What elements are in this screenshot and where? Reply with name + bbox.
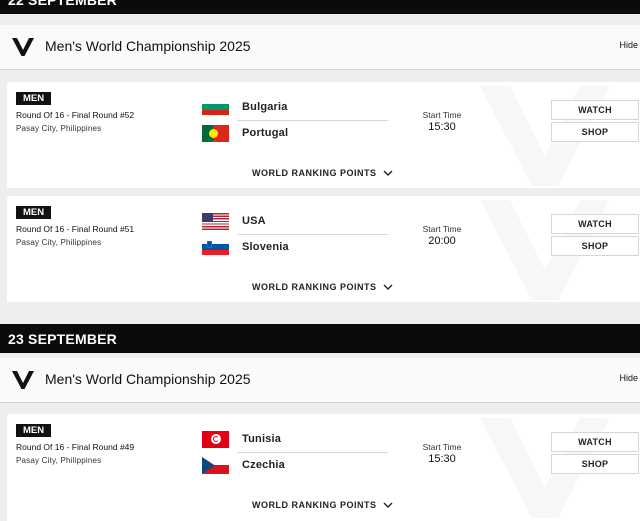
vnl-logo-icon: [12, 38, 34, 56]
round-label: Round Of 16 - Final Round #52: [16, 110, 135, 120]
day-date-label: 23 SEPTEMBER: [8, 330, 117, 347]
match-card: MEN Round Of 16 - Final Round #49 Pasay …: [7, 414, 640, 521]
day-date-label: 22 SEPTEMBER: [8, 0, 117, 8]
team-name: Slovenia: [242, 241, 289, 253]
team-row-b[interactable]: Portugal: [202, 122, 388, 144]
start-time-label: Start Time: [422, 110, 462, 120]
chevron-down-icon: [383, 502, 392, 508]
team-divider: [237, 120, 388, 121]
team-row-a[interactable]: Bulgaria: [202, 96, 388, 118]
category-badge: MEN: [16, 206, 52, 219]
competition-bar: Men's World Championship 2025 Hide: [0, 25, 640, 70]
world-ranking-points-label: WORLD RANKING POINTS: [252, 282, 377, 292]
team-name: Bulgaria: [242, 101, 288, 113]
world-ranking-points-toggle[interactable]: WORLD RANKING POINTS: [252, 500, 393, 510]
chevron-down-icon: [383, 170, 392, 176]
start-time-label: Start Time: [422, 224, 462, 234]
team-divider: [237, 452, 388, 453]
team-name: Czechia: [242, 459, 285, 471]
competition-title: Men's World Championship 2025: [45, 371, 251, 387]
start-time-value: 20:00: [428, 235, 456, 247]
shop-button[interactable]: SHOP: [551, 454, 639, 474]
match-card: MEN Round Of 16 - Final Round #52 Pasay …: [7, 82, 640, 188]
team-row-a[interactable]: Tunisia: [202, 428, 388, 450]
world-ranking-points-label: WORLD RANKING POINTS: [252, 500, 377, 510]
venue-label: Pasay City, Philippines: [16, 238, 102, 247]
slovenia-flag-icon: [202, 238, 229, 256]
match-card: MEN Round Of 16 - Final Round #51 Pasay …: [7, 196, 640, 302]
watch-button[interactable]: WATCH: [551, 100, 639, 120]
category-badge: MEN: [16, 424, 52, 437]
day-header: 22 SEPTEMBER: [0, 0, 640, 14]
watch-button[interactable]: WATCH: [551, 432, 639, 452]
day-header: 23 SEPTEMBER: [0, 324, 640, 353]
venue-label: Pasay City, Philippines: [16, 124, 102, 133]
start-time-value: 15:30: [428, 121, 456, 133]
world-ranking-points-toggle[interactable]: WORLD RANKING POINTS: [252, 168, 393, 178]
bulgaria-flag-icon: [202, 98, 229, 116]
competition-bar: Men's World Championship 2025 Hide: [0, 358, 640, 403]
shop-button[interactable]: SHOP: [551, 236, 639, 256]
hide-button[interactable]: Hide: [619, 40, 638, 50]
round-label: Round Of 16 - Final Round #51: [16, 224, 135, 234]
shop-button[interactable]: SHOP: [551, 122, 639, 142]
venue-label: Pasay City, Philippines: [16, 456, 102, 465]
world-ranking-points-toggle[interactable]: WORLD RANKING POINTS: [252, 282, 393, 292]
chevron-down-icon: [383, 284, 392, 290]
team-name: Portugal: [242, 127, 289, 139]
watch-button[interactable]: WATCH: [551, 214, 639, 234]
team-row-a[interactable]: USA: [202, 210, 388, 232]
start-time-label: Start Time: [422, 442, 462, 452]
czechia-flag-icon: [202, 456, 229, 474]
vnl-logo-icon: [12, 371, 34, 389]
competition-title: Men's World Championship 2025: [45, 38, 251, 54]
start-time-value: 15:30: [428, 453, 456, 465]
portugal-flag-icon: [202, 124, 229, 142]
category-badge: MEN: [16, 92, 52, 105]
round-label: Round Of 16 - Final Round #49: [16, 442, 135, 452]
world-ranking-points-label: WORLD RANKING POINTS: [252, 168, 377, 178]
team-name: Tunisia: [242, 433, 282, 445]
team-row-b[interactable]: Czechia: [202, 454, 388, 476]
team-name: USA: [242, 215, 266, 227]
team-divider: [237, 234, 388, 235]
hide-button[interactable]: Hide: [619, 373, 638, 383]
usa-flag-icon: [202, 212, 229, 230]
team-row-b[interactable]: Slovenia: [202, 236, 388, 258]
tunisia-flag-icon: [202, 430, 229, 448]
